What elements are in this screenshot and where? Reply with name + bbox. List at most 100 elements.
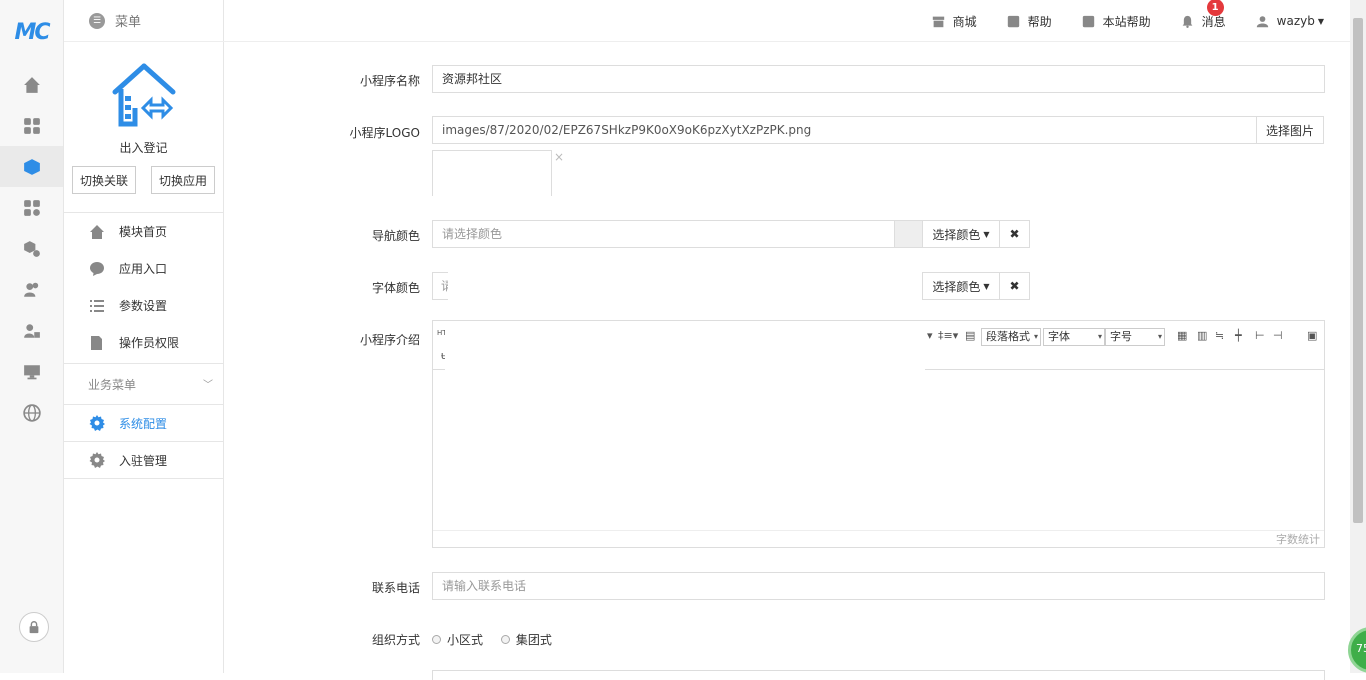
font-color-input[interactable]: 请 bbox=[432, 272, 448, 300]
choose-image-button[interactable]: 选择图片 bbox=[1256, 116, 1324, 144]
list-icon bbox=[90, 299, 104, 312]
font-size-select[interactable]: 字号 bbox=[1105, 328, 1165, 346]
menu-label: 菜单 bbox=[115, 15, 142, 30]
brand-logo[interactable]: MC bbox=[0, 0, 63, 64]
sidebar-item-label: 应用入口 bbox=[119, 262, 168, 276]
merge-cells-icon[interactable]: ⊣ bbox=[1273, 329, 1283, 342]
box-settings-icon[interactable] bbox=[0, 228, 63, 269]
switch-related-button[interactable]: 切换关联 bbox=[72, 166, 136, 194]
brand-logo-text: MC bbox=[14, 19, 50, 45]
paragraph-format-select[interactable]: 段落格式 bbox=[981, 328, 1041, 346]
logo-label: 小程序LOGO bbox=[349, 126, 420, 140]
insert-row-icon[interactable]: ▥ bbox=[1197, 329, 1207, 342]
app-card: 出入登记 切换关联 切换应用 bbox=[64, 42, 223, 212]
shop-label: 商城 bbox=[952, 14, 977, 29]
font-color-label: 字体颜色 bbox=[371, 281, 420, 295]
monitor-icon[interactable] bbox=[0, 351, 63, 392]
app-name: 出入登记 bbox=[119, 141, 168, 155]
org-radio-group-type[interactable]: 集团式 bbox=[500, 631, 552, 648]
sidebar-item-operator-permissions[interactable]: 操作员权限 bbox=[64, 324, 223, 361]
line-height-icon[interactable]: ‡≡▾ bbox=[938, 329, 958, 342]
font-color-clear-button[interactable]: ✖ bbox=[999, 272, 1030, 300]
editor-statusbar: 字数统计 bbox=[433, 530, 1324, 547]
switch-app-button[interactable]: 切换应用 bbox=[151, 166, 215, 194]
sidebar-item-label: 模块首页 bbox=[119, 225, 168, 239]
sidebar-item-system-config[interactable]: 系统配置 bbox=[64, 405, 223, 442]
font-family-select[interactable]: 字体 bbox=[1043, 328, 1105, 346]
bell-icon bbox=[1182, 15, 1193, 28]
message-count-badge: 1 bbox=[1206, 0, 1224, 16]
preview-icon[interactable]: ▣ bbox=[1307, 329, 1317, 342]
document-edit-icon bbox=[91, 335, 102, 350]
sidebar-item-params[interactable]: 参数设置 bbox=[64, 287, 223, 324]
delete-row-icon[interactable]: ≒ bbox=[1215, 329, 1224, 342]
insert-col-icon[interactable]: ┿ bbox=[1235, 329, 1242, 342]
phone-label: 联系电话 bbox=[371, 581, 420, 595]
choose-color-label: 选择颜色 bbox=[932, 227, 981, 242]
chat-icon bbox=[90, 261, 104, 276]
remove-logo-icon[interactable]: × bbox=[554, 150, 564, 164]
nav-choose-color-button[interactable]: 选择颜色 ▼ bbox=[922, 220, 1000, 248]
group-title: 业务菜单 bbox=[88, 377, 137, 392]
sidebar-item-module-home[interactable]: 模块首页 bbox=[64, 213, 223, 250]
logo-preview bbox=[432, 150, 552, 196]
radio-circle bbox=[432, 635, 441, 644]
globe-icon[interactable] bbox=[0, 392, 63, 433]
dropdown-icon[interactable]: ▾ bbox=[927, 329, 933, 342]
shop-link[interactable]: 商城 bbox=[932, 13, 977, 30]
user-menu[interactable]: wazyb ▼ bbox=[1256, 14, 1324, 28]
module-sidebar: ☰ 菜单 出入登记 切换关联 切换应用 模块首页 应用入口 参数设置 操作员权限 bbox=[64, 0, 1366, 673]
home-icon bbox=[90, 224, 104, 239]
gear-icon bbox=[89, 415, 105, 431]
site-help-label: 本站帮助 bbox=[1102, 14, 1151, 29]
scrollbar-thumb[interactable] bbox=[1353, 18, 1363, 523]
sidebar-item-settle-management[interactable]: 入驻管理 bbox=[64, 442, 223, 479]
messages-link[interactable]: 消息 1 bbox=[1181, 0, 1226, 30]
directionality-icon[interactable]: ▤ bbox=[965, 329, 975, 342]
shop-icon bbox=[932, 16, 944, 27]
rich-text-editor[interactable]: HTML ᵾ ▾ ‡≡▾ ▤ 段落格式 字体 字号 ▦ ▥ ≒ ┿ ⊢ ⊣ ▣ … bbox=[432, 320, 1325, 548]
name-label: 小程序名称 bbox=[359, 74, 420, 88]
caret-down-icon: ▼ bbox=[983, 281, 990, 291]
icon-rail: MC bbox=[0, 0, 64, 673]
radio-label: 小区式 bbox=[447, 633, 484, 647]
phone-input[interactable]: 请输入联系电话 bbox=[432, 572, 1325, 600]
radio-circle bbox=[500, 635, 510, 644]
next-field-input[interactable] bbox=[432, 670, 1325, 680]
nav-color-clear-button[interactable]: ✖ bbox=[999, 220, 1030, 248]
editor-toolbar: HTML ᵾ ▾ ‡≡▾ ▤ 段落格式 字体 字号 ▦ ▥ ≒ ┿ ⊢ ⊣ ▣ bbox=[433, 321, 1324, 370]
page-scrollbar[interactable] bbox=[1350, 0, 1366, 673]
font-choose-color-button[interactable]: 选择颜色 ▼ bbox=[922, 272, 1000, 300]
word-count: 字数统计 bbox=[1276, 533, 1320, 546]
bag-icon bbox=[1082, 15, 1094, 27]
user-icon bbox=[1256, 15, 1268, 27]
top-bar: 商城 帮助 本站帮助 消息 1 wazyb ▼ bbox=[224, 0, 1350, 42]
help-label: 帮助 bbox=[1027, 14, 1052, 29]
grid-icon[interactable] bbox=[0, 105, 63, 146]
sidebar-item-app-entry[interactable]: 应用入口 bbox=[64, 250, 223, 287]
nav-color-label: 导航颜色 bbox=[371, 229, 420, 243]
miniprogram-name-input[interactable]: 资源邦社区 bbox=[432, 65, 1325, 93]
lock-icon[interactable] bbox=[19, 612, 49, 642]
home-icon[interactable] bbox=[0, 64, 63, 105]
caret-down-icon: ▼ bbox=[1317, 16, 1324, 26]
username: wazyb bbox=[1276, 14, 1315, 28]
sidebar-item-label: 操作员权限 bbox=[119, 336, 180, 350]
business-menu-group[interactable]: 业务菜单 ﹀ bbox=[64, 363, 223, 405]
help-link[interactable]: 帮助 bbox=[1007, 13, 1052, 30]
org-radio-community[interactable]: 小区式 bbox=[432, 631, 483, 648]
sidebar-item-label: 参数设置 bbox=[119, 299, 168, 313]
nav-color-swatch bbox=[894, 220, 923, 248]
chevron-down-icon: ﹀ bbox=[203, 380, 213, 391]
users-icon[interactable] bbox=[0, 269, 63, 310]
menu-icon: ☰ bbox=[89, 12, 105, 29]
nav-color-input[interactable]: 请选择颜色 bbox=[432, 220, 896, 248]
site-help-link[interactable]: 本站帮助 bbox=[1082, 13, 1151, 30]
apps-icon[interactable] bbox=[0, 187, 63, 228]
logo-path-input[interactable]: images/87/2020/02/EPZ67SHkzP9K0oX9oK6pzX… bbox=[432, 116, 1257, 144]
cube-icon[interactable] bbox=[0, 146, 63, 187]
radio-label: 集团式 bbox=[515, 633, 552, 647]
table-icon[interactable]: ▦ bbox=[1177, 329, 1187, 342]
user-lock-icon[interactable] bbox=[0, 310, 63, 351]
delete-col-icon[interactable]: ⊢ bbox=[1255, 329, 1265, 342]
